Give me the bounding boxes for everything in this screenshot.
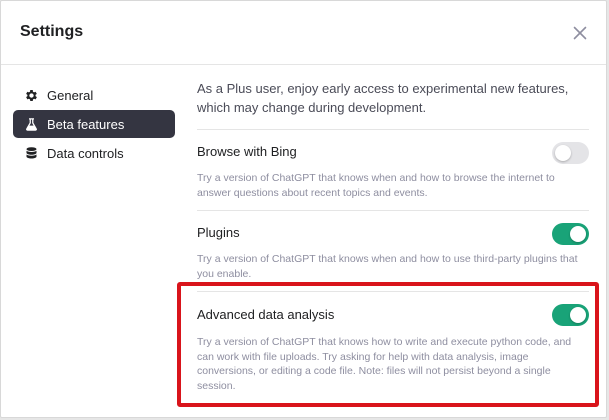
toggle-knob — [570, 226, 586, 242]
settings-dialog: Settings General Beta features Data cont… — [0, 0, 607, 418]
feature-description: Try a version of ChatGPT that knows when… — [197, 253, 578, 280]
feature-description: Try a version of ChatGPT that knows when… — [197, 172, 555, 199]
beta-intro-text: As a Plus user, enjoy early access to ex… — [197, 79, 589, 130]
beta-features-panel: As a Plus user, enjoy early access to ex… — [197, 79, 589, 401]
advanced-data-analysis-toggle[interactable] — [552, 304, 589, 326]
feature-title: Plugins — [197, 225, 240, 240]
plugins-toggle[interactable] — [552, 223, 589, 245]
browse-with-bing-toggle[interactable] — [552, 142, 589, 164]
sidebar-item-label: General — [47, 87, 94, 103]
feature-advanced-data-analysis: Advanced data analysis Try a version of … — [197, 292, 589, 401]
dialog-header: Settings — [1, 1, 606, 65]
feature-title: Browse with Bing — [197, 144, 297, 159]
sidebar-item-data-controls[interactable]: Data controls — [13, 139, 175, 167]
sidebar-item-beta-features[interactable]: Beta features — [13, 110, 175, 138]
close-button[interactable] — [570, 23, 590, 43]
feature-plugins: Plugins Try a version of ChatGPT that kn… — [197, 211, 589, 292]
settings-sidebar: General Beta features Data controls — [13, 81, 175, 168]
feature-description: Try a version of ChatGPT that knows how … — [197, 336, 572, 392]
toggle-knob — [570, 307, 586, 323]
toggle-knob — [555, 145, 571, 161]
close-icon — [573, 26, 587, 40]
sidebar-item-general[interactable]: General — [13, 81, 175, 109]
dialog-title: Settings — [20, 23, 84, 40]
database-icon — [23, 145, 39, 161]
sidebar-item-label: Beta features — [47, 116, 125, 132]
feature-browse-with-bing: Browse with Bing Try a version of ChatGP… — [197, 130, 589, 211]
sidebar-item-label: Data controls — [47, 145, 124, 161]
flask-icon — [23, 116, 39, 132]
feature-title: Advanced data analysis — [197, 307, 335, 322]
gear-icon — [23, 87, 39, 103]
